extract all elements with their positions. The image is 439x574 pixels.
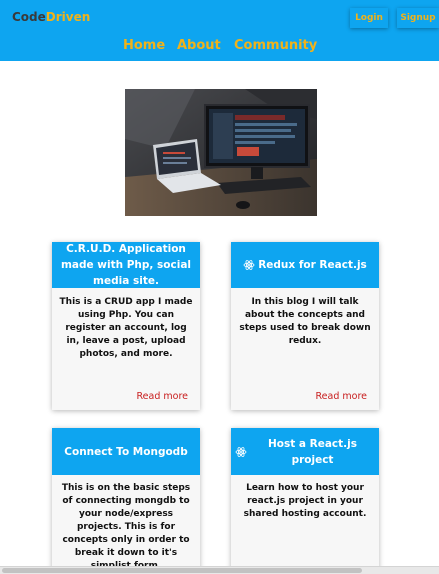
post-title-bar[interactable]: Redux for React.js: [231, 242, 379, 288]
post-card: Redux for React.js In this blog I will t…: [231, 242, 379, 410]
post-excerpt: In this blog I will talk about the conce…: [239, 297, 371, 346]
post-excerpt: Learn how to host your react.js project …: [243, 483, 367, 519]
horizontal-scrollbar[interactable]: [0, 566, 439, 574]
post-title-bar[interactable]: Host a React.js project: [231, 428, 379, 475]
login-button[interactable]: Login: [350, 8, 388, 28]
laptop-desk-photo: [125, 89, 317, 216]
read-more-link[interactable]: Read more: [316, 391, 368, 402]
post-excerpt: This is on the basic steps of connecting…: [61, 483, 191, 571]
brand-code: Code: [12, 10, 46, 24]
scrollbar-thumb[interactable]: [2, 568, 362, 573]
post-title[interactable]: Redux for React.js: [258, 257, 367, 273]
react-icon: [243, 259, 255, 271]
react-icon: [235, 446, 247, 458]
read-more-link[interactable]: Read more: [137, 391, 189, 402]
signup-button[interactable]: Signup: [397, 8, 439, 28]
post-card: C.R.U.D. Application made with Php, soci…: [52, 242, 200, 410]
post-card: Host a React.js project Learn how to hos…: [231, 428, 379, 574]
post-excerpt: This is a CRUD app I made using Php. You…: [59, 297, 193, 359]
nav-community[interactable]: Community: [234, 38, 317, 53]
nav-about[interactable]: About: [177, 38, 221, 53]
post-title-bar[interactable]: C.R.U.D. Application made with Php, soci…: [52, 242, 200, 288]
hero-image: [125, 89, 317, 216]
post-title[interactable]: Host a React.js project: [250, 436, 375, 468]
post-title[interactable]: Connect To Mongodb: [64, 444, 187, 460]
post-title-bar[interactable]: Connect To Mongodb: [52, 428, 200, 475]
brand-logo[interactable]: CodeDriven: [12, 10, 90, 24]
post-card: Connect To Mongodb This is on the basic …: [52, 428, 200, 574]
post-title[interactable]: C.R.U.D. Application made with Php, soci…: [56, 241, 196, 289]
brand-driven: Driven: [45, 10, 91, 24]
site-header: CodeDriven Login Signup Home About Commu…: [0, 0, 439, 61]
nav-home[interactable]: Home: [123, 38, 165, 53]
